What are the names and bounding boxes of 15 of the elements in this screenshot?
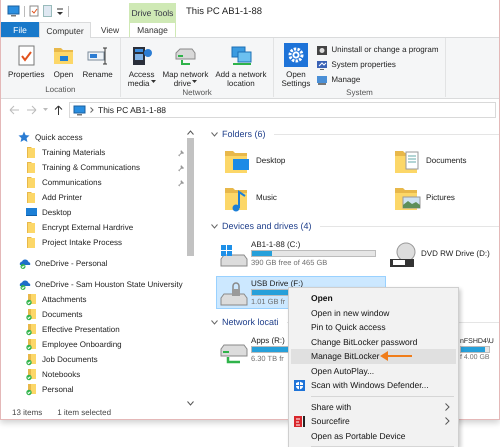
folder-label: Documents <box>426 156 466 165</box>
folder-label: Pictures <box>426 193 455 202</box>
group-label: Location <box>44 85 76 96</box>
selection-count: 1 item selected <box>57 408 112 417</box>
group-label: Network <box>181 88 213 98</box>
window-title: This PC AB1-1-88 <box>185 6 262 16</box>
folder-label: Music <box>256 193 277 202</box>
group-label: System <box>345 88 374 98</box>
drive-label: AB1-1-88 (C:) <box>251 240 300 249</box>
drive-label: Apps (R:) <box>251 336 285 345</box>
contextual-tab-header: Drive Tools <box>129 3 176 22</box>
folder-label: Desktop <box>256 156 286 165</box>
address-path: This PC AB1-1-88 <box>98 105 166 115</box>
drive-label: DVD RW Drive (D:) <box>421 249 490 258</box>
item-count: 13 items <box>12 408 42 417</box>
